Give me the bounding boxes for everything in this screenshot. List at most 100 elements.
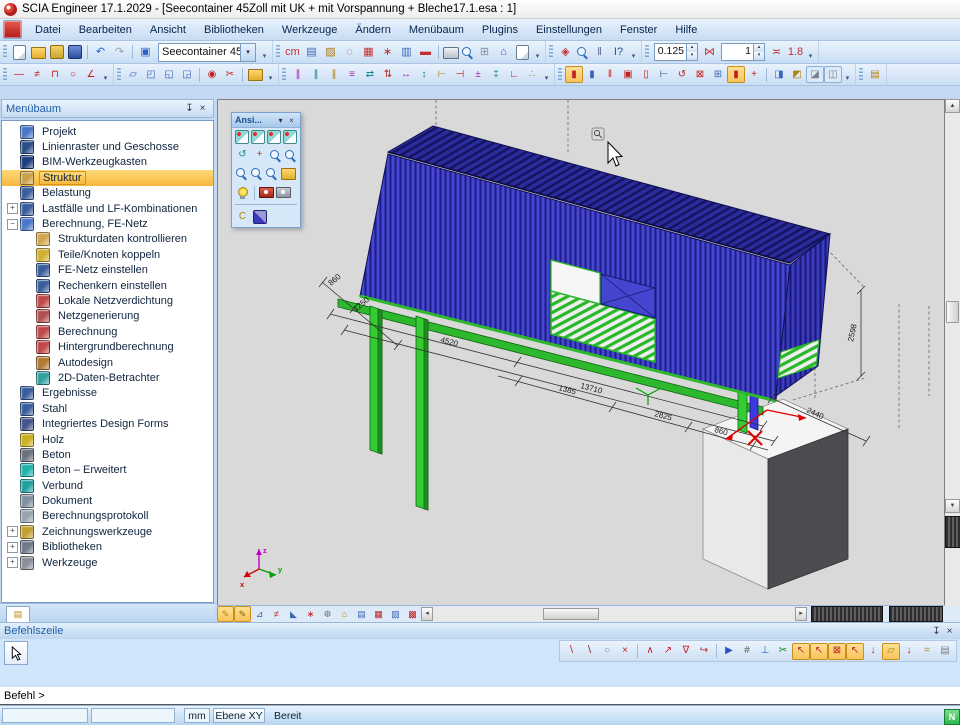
view-flip-icon[interactable]: ◨ bbox=[770, 66, 788, 83]
spinner-arrows[interactable]: ▴▾ bbox=[753, 44, 764, 60]
document-new-icon[interactable] bbox=[516, 45, 529, 60]
sidebar-item-projekt[interactable]: Projekt bbox=[2, 124, 213, 139]
palette-close-icon[interactable]: × bbox=[286, 115, 297, 126]
zoom-in-icon[interactable] bbox=[268, 148, 283, 163]
modify-active-icon[interactable]: ✎ bbox=[217, 606, 234, 622]
spinner-value[interactable]: 1 bbox=[722, 44, 753, 60]
snap-list-icon[interactable]: ▤ bbox=[936, 643, 954, 660]
node-beam-4-icon[interactable]: ▣ bbox=[619, 66, 637, 83]
active-drawing-combobox[interactable]: Seecontainer 45Zol▾ bbox=[158, 43, 256, 62]
spin-down-icon[interactable]: ▾ bbox=[687, 52, 697, 60]
save-all-icon[interactable] bbox=[50, 45, 64, 59]
cut-icon[interactable]: ✂ bbox=[221, 66, 239, 83]
zoom-all-icon[interactable] bbox=[249, 166, 264, 181]
snap-midpoint-icon[interactable]: ↖ bbox=[810, 643, 828, 660]
zoom-window-icon[interactable] bbox=[234, 166, 249, 181]
toolbar-overflow[interactable]: ▾ bbox=[628, 44, 639, 61]
copy-view-icon[interactable]: ▱ bbox=[124, 66, 142, 83]
sidebar-item-teile-knoten-koppeln[interactable]: Teile/Knoten koppeln bbox=[2, 247, 213, 262]
spinner-arrows[interactable]: ▴▾ bbox=[686, 44, 697, 60]
open-project-icon[interactable] bbox=[31, 47, 46, 59]
grid-blue-icon[interactable]: ▧ bbox=[387, 606, 404, 622]
spin-down-icon[interactable]: ▾ bbox=[754, 52, 764, 60]
angle-icon[interactable]: ∠ bbox=[82, 66, 100, 83]
layers-icon[interactable]: ▤ bbox=[302, 43, 321, 61]
cut-green-icon[interactable]: ✂ bbox=[774, 643, 792, 660]
node-beam-2-icon[interactable]: ▮ bbox=[583, 66, 601, 83]
menu-werkzeuge[interactable]: Werkzeuge bbox=[273, 22, 346, 38]
scroll-down-icon[interactable]: ▼ bbox=[945, 499, 960, 513]
structure-display-icon[interactable]: ⌂ bbox=[336, 606, 353, 622]
node-beam-3-icon[interactable]: ‖ bbox=[601, 66, 619, 83]
view-front-icon[interactable] bbox=[235, 130, 249, 144]
open-view-folder-icon[interactable] bbox=[281, 168, 296, 180]
toolbar-grip[interactable] bbox=[859, 68, 863, 82]
beam-op-10-icon[interactable]: ⊣ bbox=[451, 66, 469, 83]
beam-op-1-icon[interactable]: ∥ bbox=[289, 66, 307, 83]
sidebar-item-holz[interactable]: Holz bbox=[2, 432, 213, 447]
toolbar-grip[interactable] bbox=[549, 45, 553, 59]
tab-menubaum[interactable]: ▤ bbox=[6, 606, 30, 622]
beam-op-11-icon[interactable]: ± bbox=[469, 66, 487, 83]
palette-header[interactable]: Ansi... ▾ × bbox=[232, 113, 300, 128]
mesh-size-spinner[interactable]: 0.125▴▾ bbox=[654, 43, 698, 61]
bracket-icon[interactable]: ⊓ bbox=[46, 66, 64, 83]
sidebar-item-bibliotheken[interactable]: +Bibliotheken bbox=[2, 540, 213, 555]
horizontal-scroll-thumb[interactable] bbox=[543, 608, 599, 620]
gallery-icon[interactable]: ▨ bbox=[321, 43, 340, 61]
project-window-icon[interactable]: ▣ bbox=[136, 43, 155, 61]
status-unit[interactable]: mm bbox=[184, 708, 210, 723]
beam-op-14-icon[interactable]: ∴ bbox=[523, 66, 541, 83]
sidebar-item-berechnungsprotokoll[interactable]: Berechnungsprotokoll bbox=[2, 509, 213, 524]
print-icon[interactable] bbox=[443, 47, 459, 59]
menu-bibliotheken[interactable]: Bibliotheken bbox=[195, 22, 273, 38]
tree-expander-icon[interactable]: + bbox=[7, 526, 18, 537]
toolbar-overflow[interactable]: ▾ bbox=[259, 44, 270, 61]
calculator-icon[interactable]: ⊞ bbox=[475, 43, 494, 61]
toolbar-overflow[interactable]: ▾ bbox=[805, 44, 816, 61]
load-scale-spinner[interactable]: 1▴▾ bbox=[721, 43, 765, 61]
node-beam-9-icon[interactable]: ⊞ bbox=[709, 66, 727, 83]
clipping-box-icon[interactable]: C bbox=[234, 209, 251, 225]
view-axonometric-icon[interactable] bbox=[283, 130, 297, 144]
sidebar-item-berechnung-fe-netz[interactable]: −Berechnung, FE-Netz bbox=[2, 216, 213, 231]
sidebar-item-werkzeuge[interactable]: +Werkzeuge bbox=[2, 555, 213, 570]
vertical-scroll-thumb[interactable] bbox=[946, 301, 959, 323]
save-icon[interactable] bbox=[68, 45, 82, 59]
structure-check-icon[interactable]: ◈ bbox=[556, 43, 575, 61]
snap-off-icon[interactable]: × bbox=[616, 643, 634, 660]
status-snap-indicator[interactable]: N bbox=[944, 709, 960, 725]
palette-dropdown-icon[interactable]: ▾ bbox=[275, 115, 286, 126]
toolbar-overflow[interactable]: ▾ bbox=[532, 44, 543, 61]
selection-cursor-button[interactable] bbox=[4, 641, 28, 665]
spinner-value[interactable]: 0.125 bbox=[655, 44, 686, 60]
sidebar-item-beton[interactable]: Beton bbox=[2, 447, 213, 462]
paste-view-icon[interactable]: ◰ bbox=[142, 66, 160, 83]
bim-toolbox-icon[interactable]: ▦ bbox=[359, 43, 378, 61]
sidebar-item-bim-werkzeugkasten[interactable]: BIM-Werkzeugkasten bbox=[2, 155, 213, 170]
node-beam-1-icon[interactable]: ▮ bbox=[565, 66, 583, 83]
print-preview-icon[interactable] bbox=[460, 45, 475, 60]
toolbar-overflow[interactable]: ▾ bbox=[100, 66, 111, 83]
support-scale-icon[interactable]: ≍ bbox=[767, 43, 786, 61]
sidebar-item-hintergrundberechnung[interactable]: Hintergrundberechnung bbox=[2, 339, 213, 354]
sidebar-item-lastf-lle-und-lf-kombinationen[interactable]: +Lastfälle und LF-Kombinationen bbox=[2, 201, 213, 216]
view-shade-icon[interactable]: ◩ bbox=[788, 66, 806, 83]
command-pin-icon[interactable]: ↧ bbox=[930, 625, 943, 638]
beam-op-6-icon[interactable]: ⇅ bbox=[379, 66, 397, 83]
grid-red-icon[interactable]: ▦ bbox=[370, 606, 387, 622]
toolbar-overflow[interactable]: ▾ bbox=[265, 66, 276, 83]
snap-arrow-icon[interactable]: ↗ bbox=[659, 643, 677, 660]
toolbar-grip[interactable] bbox=[3, 45, 7, 59]
beam-op-13-icon[interactable]: ∟ bbox=[505, 66, 523, 83]
menu-plugins[interactable]: Plugins bbox=[473, 22, 527, 38]
dimension-icon[interactable]: ≠ bbox=[28, 66, 46, 83]
beam-info-icon[interactable]: I? bbox=[609, 43, 628, 61]
snap-circle-icon[interactable]: ○ bbox=[598, 643, 616, 660]
tree-expander-icon[interactable]: + bbox=[7, 542, 18, 553]
sidebar-item-beton-erweitert[interactable]: Beton – Erweitert bbox=[2, 463, 213, 478]
tree-expander-icon[interactable]: + bbox=[7, 557, 18, 568]
wireframe-icon[interactable]: ◪ bbox=[806, 66, 824, 83]
hinge-scale-icon[interactable]: ⋈ bbox=[700, 43, 719, 61]
select-cursor-icon[interactable]: ▶ bbox=[720, 643, 738, 660]
